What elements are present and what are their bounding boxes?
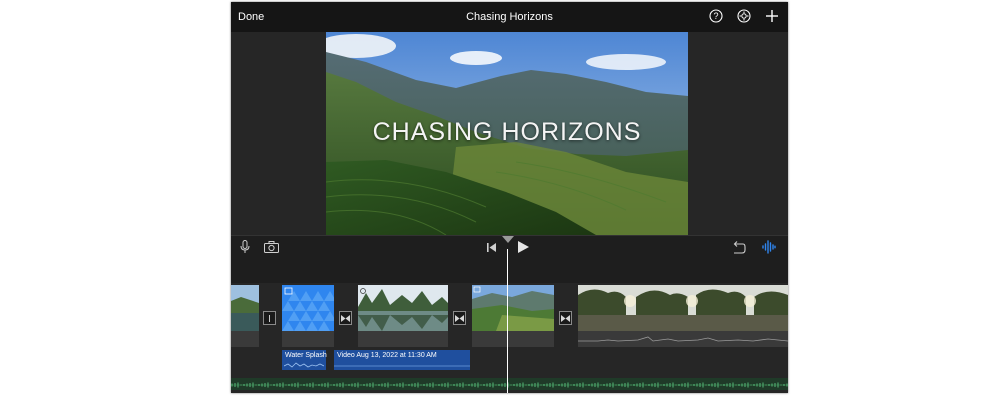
transition-icon[interactable] (559, 311, 572, 325)
clip-audio-waveform (578, 331, 788, 347)
video-preview-frame[interactable]: CHASING HORIZONS (326, 32, 688, 235)
video-clip-lake[interactable] (231, 285, 259, 331)
skip-to-start-icon[interactable] (485, 240, 497, 254)
playhead-marker[interactable] (502, 236, 514, 243)
audio-clip-label: Video Aug 13, 2022 at 11:30 AM (337, 352, 437, 359)
playhead-line[interactable] (507, 249, 508, 393)
project-title: Chasing Horizons (466, 11, 553, 23)
undo-icon[interactable] (731, 239, 747, 255)
title-overlay-text: CHASING HORIZONS (372, 118, 642, 146)
title-background-clip[interactable] (282, 285, 334, 331)
play-icon[interactable] (516, 239, 530, 255)
top-bar: Done Chasing Horizons ? (231, 2, 788, 32)
settings-icon[interactable] (736, 8, 752, 24)
microphone-icon[interactable] (238, 239, 252, 255)
imovie-screen: Done Chasing Horizons ? CHASING HORIZONS… (231, 2, 788, 393)
clip-shelf (282, 331, 334, 347)
background-music-track[interactable] (231, 378, 788, 390)
add-icon[interactable] (764, 8, 780, 24)
video-clip-karst-lake[interactable] (358, 285, 448, 331)
video-clip-terraces[interactable] (472, 285, 554, 331)
video-clip-trees-sunset[interactable] (578, 285, 788, 331)
transition-icon[interactable] (453, 311, 466, 325)
audio-clip-label: Water Splash (285, 352, 327, 359)
audio-clip-video[interactable]: Video Aug 13, 2022 at 11:30 AM (334, 350, 470, 370)
clip-shelf (231, 331, 259, 347)
svg-text:?: ? (713, 11, 718, 21)
video-viewer: CHASING HORIZONS (231, 32, 788, 235)
help-icon[interactable]: ? (708, 8, 724, 24)
transition-icon[interactable] (339, 311, 352, 325)
camera-icon[interactable] (263, 239, 279, 255)
clip-shelf (358, 331, 448, 347)
transition-none-icon[interactable] (263, 311, 276, 325)
audio-waveform-icon[interactable] (761, 239, 777, 255)
audio-clip-water-splash[interactable]: Water Splash (282, 350, 327, 370)
timeline[interactable]: Water Splash Video Aug 13, 2022 at 11:30… (231, 283, 788, 393)
clip-shelf (472, 331, 554, 347)
